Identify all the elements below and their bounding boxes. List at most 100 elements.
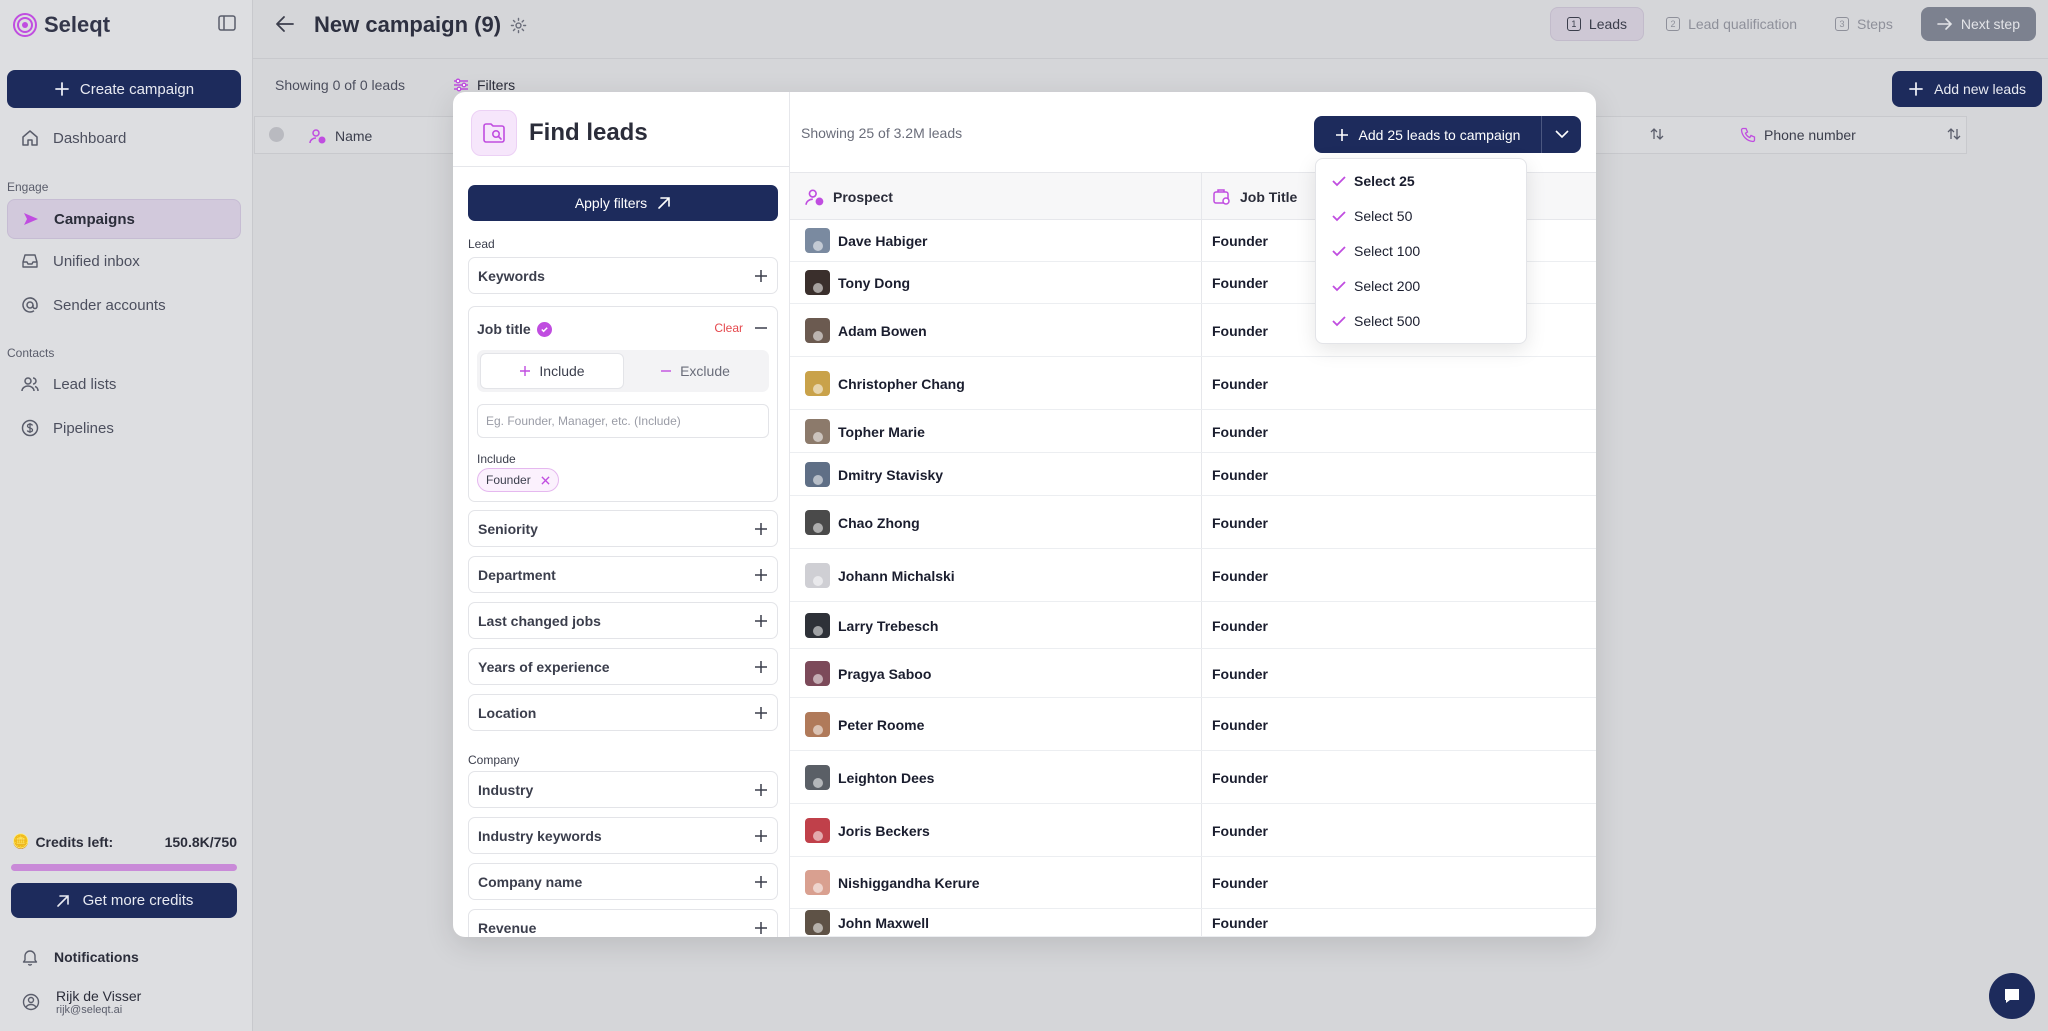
prospect-cell[interactable]: Christopher Chang	[805, 371, 965, 396]
apply-filters-button[interactable]: Apply filters	[468, 185, 778, 221]
sidebar-item-label: Unified inbox	[53, 252, 140, 270]
sidebar-item-campaigns[interactable]: Campaigns	[7, 199, 241, 239]
prospect-cell[interactable]: Nishiggandha Kerure	[805, 870, 980, 895]
filters-button[interactable]: Filters	[453, 77, 515, 93]
chevron-down-icon[interactable]	[1541, 116, 1581, 153]
prospect-cell[interactable]: Dmitry Stavisky	[805, 462, 943, 487]
apply-filters-label: Apply filters	[574, 195, 648, 211]
column-prospect[interactable]: Prospect	[805, 187, 893, 207]
create-campaign-label: Create campaign	[79, 80, 195, 98]
filter-label: Revenue	[478, 919, 537, 936]
sidebar-item-pipelines[interactable]: Pipelines	[7, 408, 241, 448]
avatar	[805, 462, 830, 487]
gear-icon[interactable]	[510, 17, 527, 34]
add-new-leads-button[interactable]: Add new leads	[1892, 71, 2042, 107]
filter-label: Last changed jobs	[478, 612, 601, 629]
prospect-cell[interactable]: Larry Trebesch	[805, 613, 938, 638]
step-number: 1	[1566, 17, 1581, 31]
select-all-checkbox[interactable]	[269, 127, 284, 142]
collapse-sidebar-icon[interactable]	[218, 15, 238, 33]
page-header: New campaign (9) 1 Leads 2 Lead qualificat…	[253, 0, 2048, 52]
coins-icon: 🪙	[12, 833, 30, 849]
sort-icon[interactable]	[1650, 127, 1664, 141]
collapse-minus-icon[interactable]	[754, 321, 768, 335]
table-row[interactable]: Christopher Chang Founder	[790, 357, 1596, 410]
include-tab[interactable]: Include	[480, 353, 624, 389]
prospect-cell[interactable]: Adam Bowen	[805, 318, 927, 343]
notifications-link[interactable]: Notifications	[22, 948, 139, 966]
filter-keywords[interactable]: Keywords	[468, 257, 778, 294]
filter-revenue[interactable]: Revenue	[468, 909, 778, 937]
prospect-cell[interactable]: Tony Dong	[805, 270, 910, 295]
filter-industry[interactable]: Industry	[468, 771, 778, 808]
prospect-cell[interactable]: Chao Zhong	[805, 510, 920, 535]
prospect-cell[interactable]: John Maxwell	[805, 910, 929, 935]
chat-support-button[interactable]	[1989, 973, 2035, 1019]
close-icon[interactable]	[541, 475, 550, 485]
column-name[interactable]: Name	[309, 127, 372, 145]
job-title-header[interactable]: Job title	[477, 321, 552, 337]
prospect-cell[interactable]: Leighton Dees	[805, 765, 934, 790]
sidebar-item-dashboard[interactable]: Dashboard	[7, 118, 241, 158]
next-step-button[interactable]: Next step	[1920, 7, 2036, 41]
sidebar-item-unified-inbox[interactable]: Unified inbox	[7, 241, 241, 281]
table-row[interactable]: Larry Trebesch Founder	[790, 602, 1596, 649]
table-row[interactable]: Nishiggandha Kerure Founder	[790, 857, 1596, 909]
filter-location[interactable]: Location	[468, 694, 778, 731]
option-select-50[interactable]: Select 50	[1332, 208, 1412, 224]
prospect-cell[interactable]: Peter Roome	[805, 712, 924, 737]
filter-last-changed-jobs[interactable]: Last changed jobs	[468, 602, 778, 639]
tab-steps[interactable]: 3 Steps	[1819, 7, 1909, 41]
prospect-cell[interactable]: Pragya Saboo	[805, 661, 931, 686]
sidebar-item-label: Sender accounts	[53, 296, 166, 314]
avatar	[805, 818, 830, 843]
job-title-input[interactable]	[477, 404, 769, 438]
clear-button[interactable]: Clear	[714, 321, 743, 335]
tab-lead-qualification[interactable]: 2 Lead qualification	[1650, 7, 1813, 41]
table-row[interactable]: Joris Beckers Founder	[790, 804, 1596, 857]
filter-industry-keywords[interactable]: Industry keywords	[468, 817, 778, 854]
prospect-name: Peter Roome	[838, 716, 925, 733]
prospect-cell[interactable]: Dave Habiger	[805, 228, 927, 253]
table-row[interactable]: Peter Roome Founder	[790, 698, 1596, 751]
table-row[interactable]: Johann Michalski Founder	[790, 549, 1596, 602]
sidebar-item-lead-lists[interactable]: Lead lists	[7, 364, 241, 404]
sidebar-item-label: Pipelines	[53, 419, 114, 437]
plus-icon	[754, 568, 768, 582]
table-row[interactable]: Pragya Saboo Founder	[790, 649, 1596, 698]
table-row[interactable]: Chao Zhong Founder	[790, 496, 1596, 549]
column-phone-number[interactable]: Phone number	[1740, 127, 1856, 143]
table-row[interactable]: John Maxwell Founder	[790, 909, 1596, 937]
filter-seniority[interactable]: Seniority	[468, 510, 778, 547]
option-select-25[interactable]: Select 25	[1332, 173, 1415, 189]
filter-department[interactable]: Department	[468, 556, 778, 593]
create-campaign-button[interactable]: Create campaign	[7, 70, 241, 108]
sidebar-item-sender-accounts[interactable]: Sender accounts	[7, 285, 241, 325]
table-row[interactable]: Topher Marie Founder	[790, 410, 1596, 453]
exclude-tab[interactable]: Exclude	[624, 353, 766, 389]
prospect-cell[interactable]: Topher Marie	[805, 419, 925, 444]
filter-company-name[interactable]: Company name	[468, 863, 778, 900]
add-leads-to-campaign-button[interactable]: Add 25 leads to campaign	[1314, 116, 1581, 153]
filter-years-of-experience[interactable]: Years of experience	[468, 648, 778, 685]
table-row[interactable]: Dmitry Stavisky Founder	[790, 453, 1596, 496]
prospect-cell[interactable]: Joris Beckers	[805, 818, 930, 843]
sliders-icon	[454, 78, 468, 92]
prospect-name: Chao Zhong	[838, 514, 920, 531]
prospect-cell[interactable]: Johann Michalski	[805, 563, 955, 588]
app-logo[interactable]: Seleqt	[12, 12, 110, 38]
job-title-cell: Founder	[1212, 323, 1268, 339]
get-more-credits-button[interactable]: Get more credits	[11, 883, 237, 918]
table-row[interactable]: Leighton Dees Founder	[790, 751, 1596, 804]
column-job-title[interactable]: Job Title	[1212, 187, 1297, 207]
option-label: Select 500	[1354, 313, 1421, 329]
logo-icon	[13, 13, 37, 37]
option-select-100[interactable]: Select 100	[1332, 243, 1420, 259]
option-select-500[interactable]: Select 500	[1332, 313, 1420, 329]
tab-leads[interactable]: 1 Leads	[1549, 7, 1645, 41]
user-profile[interactable]: Rijk de Visser rijk@seleqt.ai	[22, 988, 141, 1016]
job-title-cell: Founder	[1212, 717, 1268, 733]
option-select-200[interactable]: Select 200	[1332, 278, 1420, 294]
back-arrow-icon[interactable]	[275, 15, 295, 33]
sort-icon[interactable]	[1947, 127, 1961, 141]
